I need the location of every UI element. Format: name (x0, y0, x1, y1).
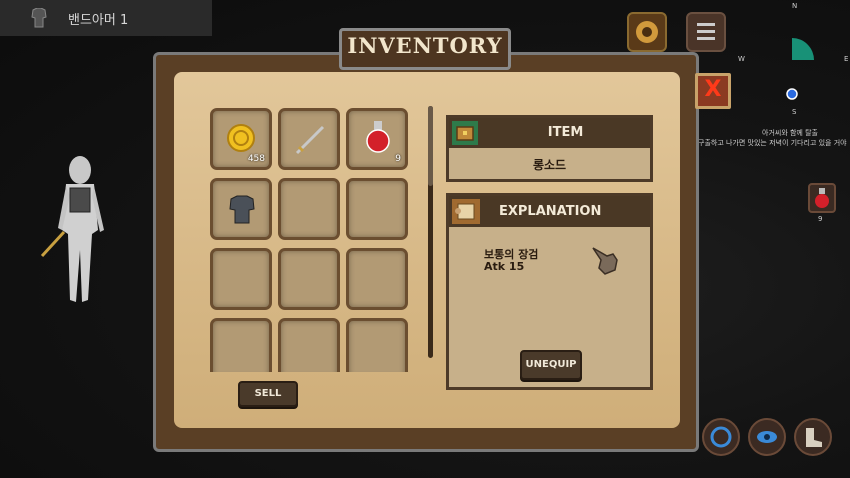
red-potion-icon (366, 121, 390, 153)
close-button[interactable]: X (695, 73, 731, 109)
skill-button-1[interactable] (702, 418, 740, 456)
close-icon: X (704, 77, 722, 102)
view-cone-icon (792, 38, 814, 60)
armor-icon (229, 195, 255, 224)
minimap[interactable]: N W E S (738, 0, 850, 120)
inventory-slot-empty[interactable] (278, 318, 340, 372)
player-marker-icon (786, 88, 798, 100)
inventory-slot-empty[interactable] (278, 178, 340, 240)
gold-coin-icon (227, 124, 255, 152)
slot-count: 458 (247, 154, 265, 164)
inventory-slot-empty[interactable] (210, 248, 272, 310)
inventory-slot-empty[interactable] (210, 318, 272, 372)
bag-icon (636, 21, 658, 43)
explanation-header: EXPLANATION (449, 196, 650, 227)
armor-icon (30, 7, 48, 32)
inventory-slot-empty[interactable] (346, 248, 408, 310)
compass-west: W (738, 55, 745, 63)
inventory-slot-sword[interactable] (278, 108, 340, 170)
inventory-slot-empty[interactable] (346, 178, 408, 240)
inventory-slot-empty[interactable] (346, 318, 408, 372)
quick-slot-count: 9 (818, 215, 823, 223)
compass-east: E (844, 55, 849, 63)
pointer-hand-icon (592, 247, 618, 275)
inventory-slot-armor[interactable] (210, 178, 272, 240)
eye-icon (757, 431, 777, 443)
quest-description: 구출하고 나가면 맛있는 저녁이 기다리고 있을 거야 (698, 139, 847, 147)
character-name: 밴드아머 1 (68, 13, 129, 28)
item-header-label: ITEM (547, 125, 584, 140)
skill-button-2[interactable] (748, 418, 786, 456)
red-potion-icon (815, 188, 829, 208)
compass-south: S (792, 108, 797, 116)
compass-north: N (792, 2, 798, 10)
scrollbar-thumb[interactable] (428, 106, 433, 186)
inventory-slot-empty[interactable] (278, 248, 340, 310)
explanation-line-2: Atk 15 (484, 260, 525, 273)
quest-title: 아거씨와 함께 탈출 (762, 129, 818, 137)
unequip-button[interactable]: UNEQUIP (520, 350, 582, 380)
list-icon (697, 23, 715, 40)
sell-button[interactable]: SELL (238, 381, 298, 407)
chest-icon (456, 126, 474, 141)
item-box: ITEM 롱소드 (446, 115, 653, 182)
character-name-bar: 밴드아머 1 (0, 0, 212, 36)
swirl-icon (710, 426, 732, 448)
character-preview (40, 156, 104, 302)
inventory-slot-gold[interactable]: 458 (210, 108, 272, 170)
quick-slot-potion[interactable] (808, 183, 836, 213)
explanation-box: EXPLANATION 보통의 장검 Atk 15 UNEQUIP (446, 193, 653, 390)
inventory-slot-potion[interactable]: 9 (346, 108, 408, 170)
item-name: 롱소드 (532, 158, 567, 172)
bag-button[interactable] (627, 12, 667, 52)
boot-icon (806, 428, 822, 447)
explanation-header-label: EXPLANATION (499, 204, 602, 219)
item-header-icon-bg (452, 121, 478, 145)
scroll-icon (455, 203, 475, 220)
skill-button-3[interactable] (794, 418, 832, 456)
menu-button[interactable] (686, 12, 726, 52)
item-header: ITEM (449, 118, 650, 148)
panel-title: INVENTORY (347, 33, 503, 58)
sword-icon (295, 125, 325, 155)
slot-count: 9 (395, 154, 401, 164)
explanation-header-icon-bg (452, 199, 480, 224)
inventory-grid: 458 9 (205, 104, 413, 372)
